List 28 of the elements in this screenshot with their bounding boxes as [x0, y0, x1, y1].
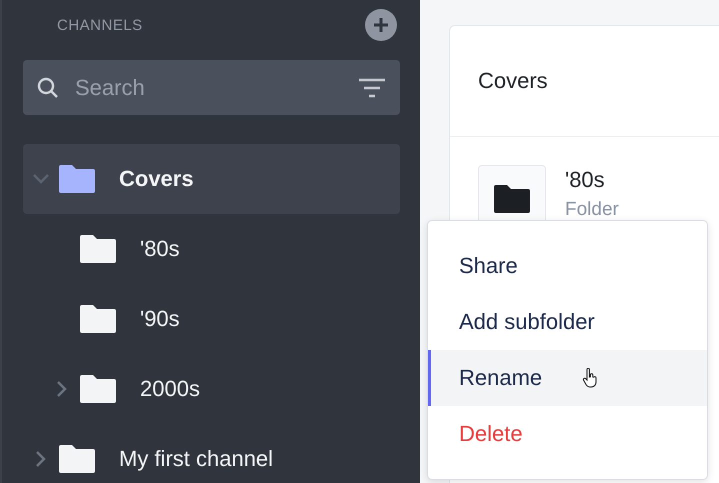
- folder-icon: [80, 235, 116, 263]
- folder-icon: [80, 305, 116, 333]
- menu-item[interactable]: Add subfolder: [428, 294, 707, 350]
- add-button[interactable]: [365, 9, 397, 41]
- card-title: Covers: [450, 26, 719, 137]
- item-type: Folder: [565, 199, 619, 221]
- section-heading: CHANNELS: [57, 16, 143, 34]
- search-bar[interactable]: Search: [23, 60, 400, 115]
- folder-icon: [80, 375, 116, 403]
- folder-icon: [59, 445, 95, 473]
- chevron-right-icon[interactable]: [57, 380, 67, 398]
- tree-item[interactable]: '90s: [23, 284, 400, 354]
- plus-icon: [373, 17, 389, 33]
- folder-icon: [494, 185, 530, 213]
- filter-icon[interactable]: [358, 78, 386, 98]
- tree-item[interactable]: My first channel: [23, 424, 400, 483]
- tree-item[interactable]: '80s: [23, 214, 400, 284]
- hand-cursor-icon: [582, 368, 598, 388]
- search-icon: [37, 76, 59, 98]
- menu-item[interactable]: Share: [428, 238, 707, 294]
- item-name: '80s: [565, 167, 606, 193]
- tree-item[interactable]: 2000s: [23, 354, 400, 424]
- folder-icon: [59, 165, 95, 193]
- menu-item[interactable]: Delete: [428, 406, 707, 462]
- search-field[interactable]: Search: [73, 74, 344, 102]
- tree-item[interactable]: Covers: [23, 144, 400, 214]
- menu-item[interactable]: Rename: [428, 350, 707, 406]
- chevron-right-icon[interactable]: [36, 450, 46, 468]
